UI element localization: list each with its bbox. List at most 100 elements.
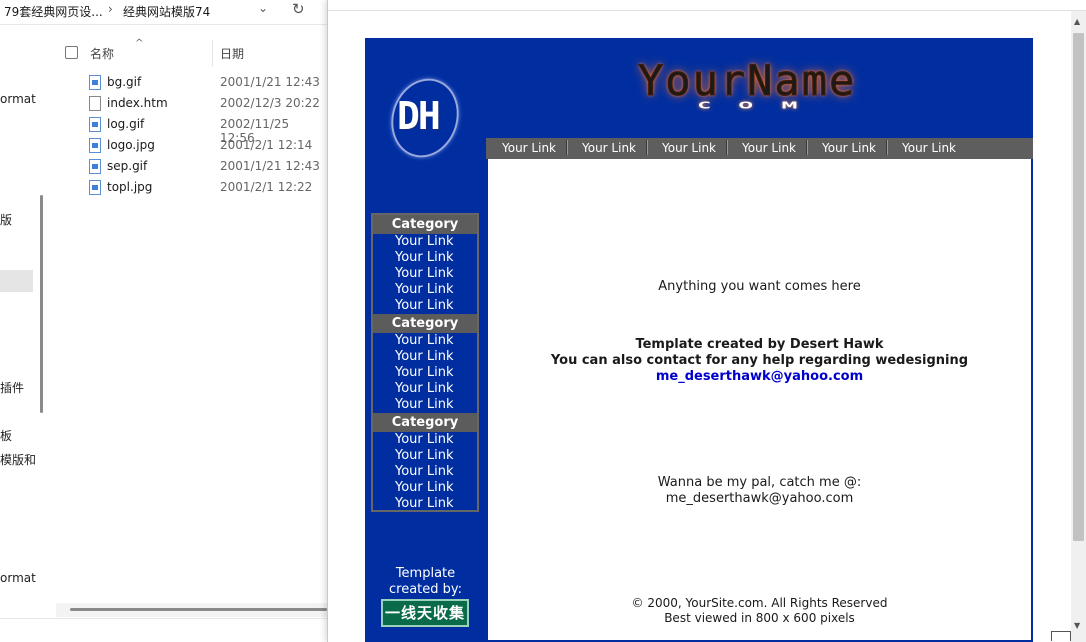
scrollbar-thumb[interactable] xyxy=(1073,33,1084,541)
category-header: Category xyxy=(373,413,477,432)
image-file-icon xyxy=(89,75,101,90)
created-by-line-2: created by: xyxy=(388,582,463,597)
breadcrumb-separator-icon: › xyxy=(108,2,113,16)
status-bar xyxy=(0,618,327,642)
scrollbar-thumb[interactable] xyxy=(70,608,327,611)
file-row[interactable]: logo.jpg 2001/2/1 12:14 xyxy=(51,135,327,156)
nav-separator xyxy=(886,140,888,155)
sidebar-link[interactable]: Your Link xyxy=(395,333,454,348)
file-name: index.htm xyxy=(107,96,168,110)
sidebar-link[interactable]: Your Link xyxy=(395,397,454,412)
refresh-icon[interactable]: ↻ xyxy=(292,0,305,18)
browser-window: ▲ ▼ DH YourName COM Your Link Your Link … xyxy=(327,0,1086,642)
column-header-date[interactable]: 日期 xyxy=(220,45,244,62)
sidebar-link[interactable]: Your Link xyxy=(395,298,454,313)
menu-lines-icon[interactable] xyxy=(1051,631,1071,641)
scroll-up-icon[interactable]: ▲ xyxy=(1074,17,1080,26)
nav-item[interactable]: 模版和 xyxy=(0,451,36,468)
address-bar[interactable]: 79套经典网页设... › 经典网站模版74 ⌄ ↻ xyxy=(0,0,327,22)
file-row[interactable]: log.gif 2002/11/25 12:56 xyxy=(51,114,327,145)
column-header-name[interactable]: 名称 xyxy=(90,45,114,62)
select-all-checkbox[interactable] xyxy=(65,46,78,59)
image-file-icon xyxy=(89,138,101,153)
nav-separator xyxy=(726,140,728,155)
sidebar-link[interactable]: Your Link xyxy=(395,432,454,447)
top-nav-link[interactable]: Your Link xyxy=(902,141,956,155)
file-date: 2001/2/1 12:14 xyxy=(220,138,313,152)
created-by-line-1: Template xyxy=(395,566,456,581)
nav-item[interactable]: 版 xyxy=(0,211,12,228)
image-file-icon xyxy=(89,159,101,174)
desktop: 79套经典网页设... › 经典网站模版74 ⌄ ↻ ormat 版 插件 板 … xyxy=(0,0,1086,642)
sidebar-link[interactable]: Your Link xyxy=(395,365,454,380)
file-name: log.gif xyxy=(107,117,145,131)
sidebar-link[interactable]: Your Link xyxy=(395,480,454,495)
pal-line: Wanna be my pal, catch me @: xyxy=(657,475,862,490)
email-link[interactable]: me_deserthawk@yahoo.com xyxy=(488,369,1031,384)
contact-line: You can also contact for any help regard… xyxy=(550,353,969,368)
brand-suffix: COM xyxy=(698,100,826,112)
nav-item[interactable]: ormat xyxy=(0,571,36,585)
logo-text: DH xyxy=(397,94,441,138)
brand-name: YourName xyxy=(637,56,857,106)
sidebar-link[interactable]: Your Link xyxy=(395,234,454,249)
nav-item[interactable]: 插件 xyxy=(0,379,24,396)
taskbar-corner xyxy=(1036,628,1086,642)
file-row[interactable]: index.htm 2002/12/3 20:22 xyxy=(51,93,327,114)
breadcrumb-parent[interactable]: 79套经典网页设... xyxy=(4,3,103,20)
file-list: ^ 名称 日期 bg.gif 2001/1/21 12:43 index.htm… xyxy=(51,38,327,618)
category-header: Category xyxy=(373,215,477,234)
credit-line: Template created by Desert Hawk xyxy=(635,337,884,352)
file-name: logo.jpg xyxy=(107,138,155,152)
browser-chrome-edge xyxy=(328,0,1086,11)
sidebar-categories: Category Your Link Your Link Your Link Y… xyxy=(371,213,479,512)
top-nav-link[interactable]: Your Link xyxy=(822,141,876,155)
pal-email: me_deserthawk@yahoo.com xyxy=(665,491,854,506)
file-row[interactable]: bg.gif 2001/1/21 12:43 xyxy=(51,72,327,93)
collector-badge[interactable]: 一线天收集 xyxy=(381,599,469,627)
file-name: bg.gif xyxy=(107,75,142,89)
category-header: Category xyxy=(373,314,477,333)
nav-item[interactable]: ormat xyxy=(0,92,36,106)
file-name: sep.gif xyxy=(107,159,148,173)
top-nav-link[interactable]: Your Link xyxy=(742,141,796,155)
sidebar-link[interactable]: Your Link xyxy=(395,381,454,396)
sidebar-link[interactable]: Your Link xyxy=(395,349,454,364)
file-date: 2001/1/21 12:43 xyxy=(220,159,320,173)
sidebar-link[interactable]: Your Link xyxy=(395,282,454,297)
nav-separator xyxy=(806,140,808,155)
top-nav-link[interactable]: Your Link xyxy=(582,141,636,155)
nav-scrollbar-thumb[interactable] xyxy=(40,195,43,413)
brand-banner: YourName COM xyxy=(635,56,885,120)
horizontal-scrollbar[interactable] xyxy=(56,603,327,617)
breadcrumb-current[interactable]: 经典网站模版74 xyxy=(123,3,210,20)
file-row[interactable]: topl.jpg 2001/2/1 12:22 xyxy=(51,177,327,198)
intro-text: Anything you want comes here xyxy=(658,279,861,294)
nav-separator xyxy=(646,140,648,155)
sidebar-link[interactable]: Your Link xyxy=(395,464,454,479)
nav-selected-item[interactable] xyxy=(0,270,33,292)
file-date: 2002/12/3 20:22 xyxy=(220,96,320,110)
sidebar-link[interactable]: Your Link xyxy=(395,266,454,281)
created-by-label: Template created by: xyxy=(365,566,486,598)
vertical-scrollbar[interactable]: ▲ ▼ xyxy=(1071,11,1086,642)
copyright: © 2000, YourSite.com. All Rights Reserve… xyxy=(631,596,888,610)
file-date: 2001/2/1 12:22 xyxy=(220,180,313,194)
top-nav-link[interactable]: Your Link xyxy=(662,141,716,155)
top-nav-link[interactable]: Your Link xyxy=(502,141,556,155)
file-row[interactable]: sep.gif 2001/1/21 12:43 xyxy=(51,156,327,177)
sidebar-link[interactable]: Your Link xyxy=(395,448,454,463)
nav-item[interactable]: 板 xyxy=(0,427,12,444)
template-page: DH YourName COM Your Link Your Link Your… xyxy=(365,38,1033,642)
html-file-icon xyxy=(89,96,101,111)
file-name: topl.jpg xyxy=(107,180,153,194)
dh-logo[interactable]: DH xyxy=(369,64,479,172)
image-file-icon xyxy=(89,180,101,195)
main-content: Anything you want comes here Template cr… xyxy=(486,159,1033,642)
file-date: 2001/1/21 12:43 xyxy=(220,75,320,89)
sidebar-link[interactable]: Your Link xyxy=(395,250,454,265)
sort-ascending-icon: ^ xyxy=(135,38,144,49)
chevron-down-icon[interactable]: ⌄ xyxy=(258,1,268,15)
column-divider[interactable] xyxy=(212,40,213,66)
sidebar-link[interactable]: Your Link xyxy=(395,496,454,511)
